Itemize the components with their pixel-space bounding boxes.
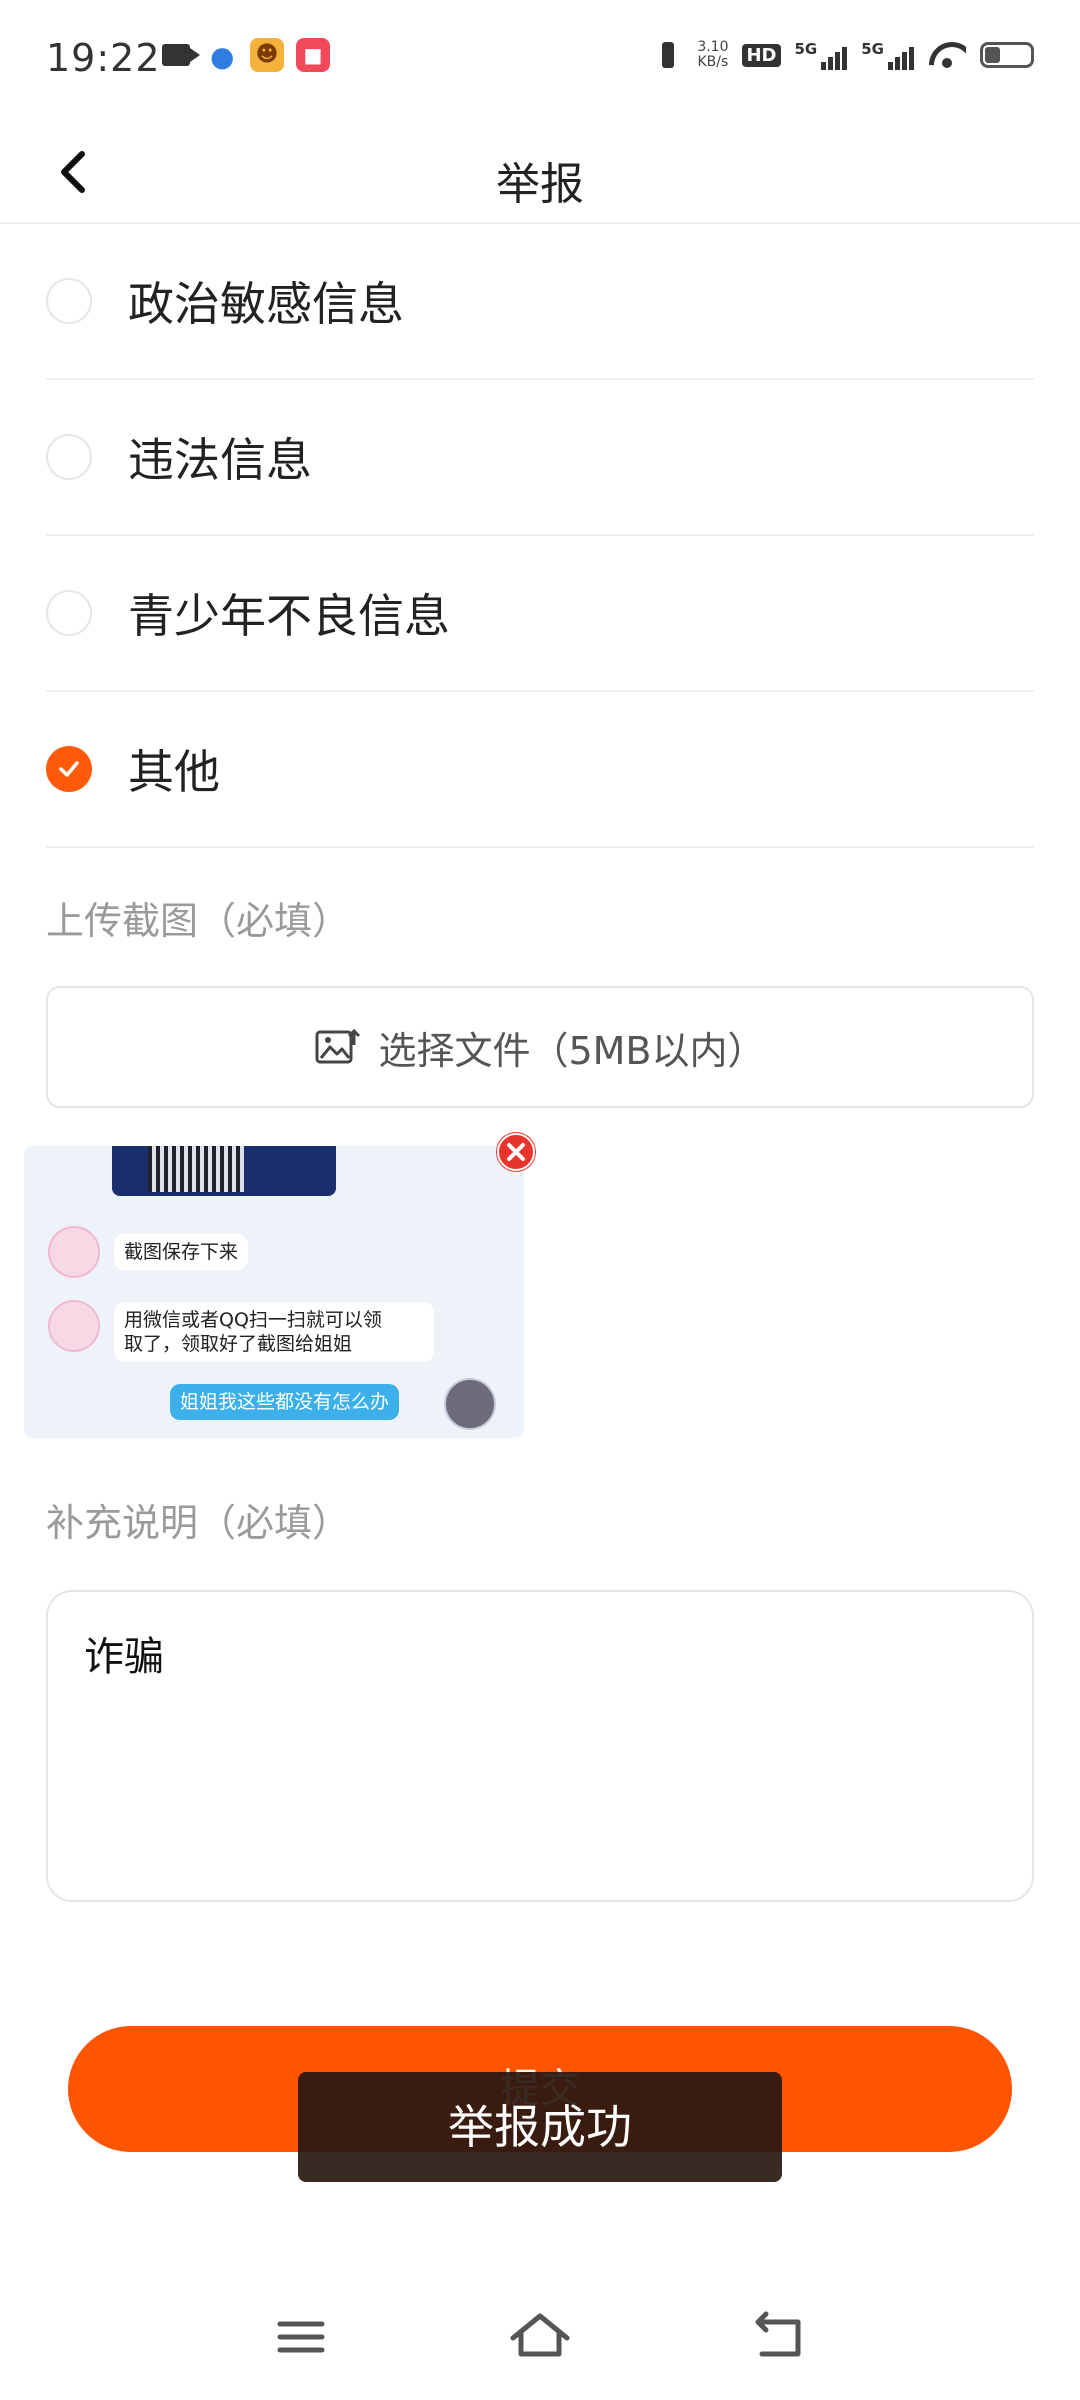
toast-message: 举报成功 [298,2072,782,2182]
signal-2-label: 5G [861,40,884,58]
signal-icon-1: 5G [795,40,848,70]
option-label: 青少年不良信息 [128,589,450,643]
home-button[interactable] [495,2292,585,2382]
option-label: 政治敏感信息 [128,277,404,331]
chat-bubble-line: 取了，领取好了截图给姐姐 [124,1333,353,1355]
paw-icon: ● [210,40,235,73]
battery-icon [980,42,1034,68]
radio-unchecked[interactable] [46,590,92,636]
description-section-label: 补充说明（必填） [46,1501,351,1545]
navigation-bar [0,2270,1080,2400]
radio-unchecked[interactable] [46,434,92,480]
option-minors[interactable]: 青少年不良信息 [46,536,1034,692]
option-label: 其他 [128,745,220,799]
app-notification-icon: ☻ [250,38,284,72]
chat-bubble: 截图保存下来 [114,1234,249,1270]
checkmark-icon [59,761,79,777]
option-label: 违法信息 [128,433,312,487]
hd-icon: HD [742,43,781,67]
upload-section-label: 上传截图（必填） [46,899,351,943]
radio-checked[interactable] [46,746,92,792]
description-input[interactable]: 诈骗 [46,1590,1034,1902]
network-speed: 3.10 KB/s [697,40,728,70]
screenshot-thumbnail[interactable]: 截图保存下来 用微信或者QQ扫一扫就可以领 取了，领取好了截图给姐姐 姐姐我这些… [24,1146,524,1438]
back-icon [755,2311,801,2357]
qr-code-image [148,1146,244,1192]
choose-file-label: 选择文件（5MB以内） [378,1028,766,1073]
menu-icon [277,2321,325,2353]
option-political[interactable]: 政治敏感信息 [46,224,1034,380]
close-circle-icon [497,1133,535,1171]
status-bar: 19:22 ● ☻ ■ 3.10 KB/s HD 5G 5G [0,0,1080,120]
vibrate-icon [653,40,683,70]
status-indicators: 3.10 KB/s HD 5G 5G [653,38,1034,72]
option-illegal[interactable]: 违法信息 [46,380,1034,536]
menu-button[interactable] [256,2292,346,2382]
avatar [48,1226,100,1278]
app-notification-icon-2: ■ [296,38,330,72]
header: 举报 [0,120,1080,224]
avatar [48,1300,100,1352]
radio-unchecked[interactable] [46,278,92,324]
remove-screenshot-button[interactable] [496,1132,536,1172]
network-speed-value: 3.10 [697,39,729,55]
status-time: 19:22 [46,36,161,80]
chat-bubble: 用微信或者QQ扫一扫就可以领 取了，领取好了截图给姐姐 [114,1302,434,1362]
page-title: 举报 [496,159,584,210]
network-speed-unit: KB/s [697,54,729,70]
image-upload-icon [315,1028,361,1064]
signal-1-label: 5G [794,40,818,58]
home-icon [510,2313,570,2357]
chat-bubble-self: 姐姐我这些都没有怎么办 [170,1384,400,1420]
option-other[interactable]: 其他 [46,692,1034,848]
battery-level [985,47,1000,63]
wifi-icon [928,40,966,70]
video-camera-icon [162,44,200,66]
back-nav-button[interactable] [734,2292,824,2382]
chat-bubble-line: 用微信或者QQ扫一扫就可以领 [124,1309,382,1331]
avatar-self [444,1378,496,1430]
choose-file-button[interactable]: 选择文件（5MB以内） [46,986,1034,1108]
signal-icon-2: 5G [861,40,914,70]
